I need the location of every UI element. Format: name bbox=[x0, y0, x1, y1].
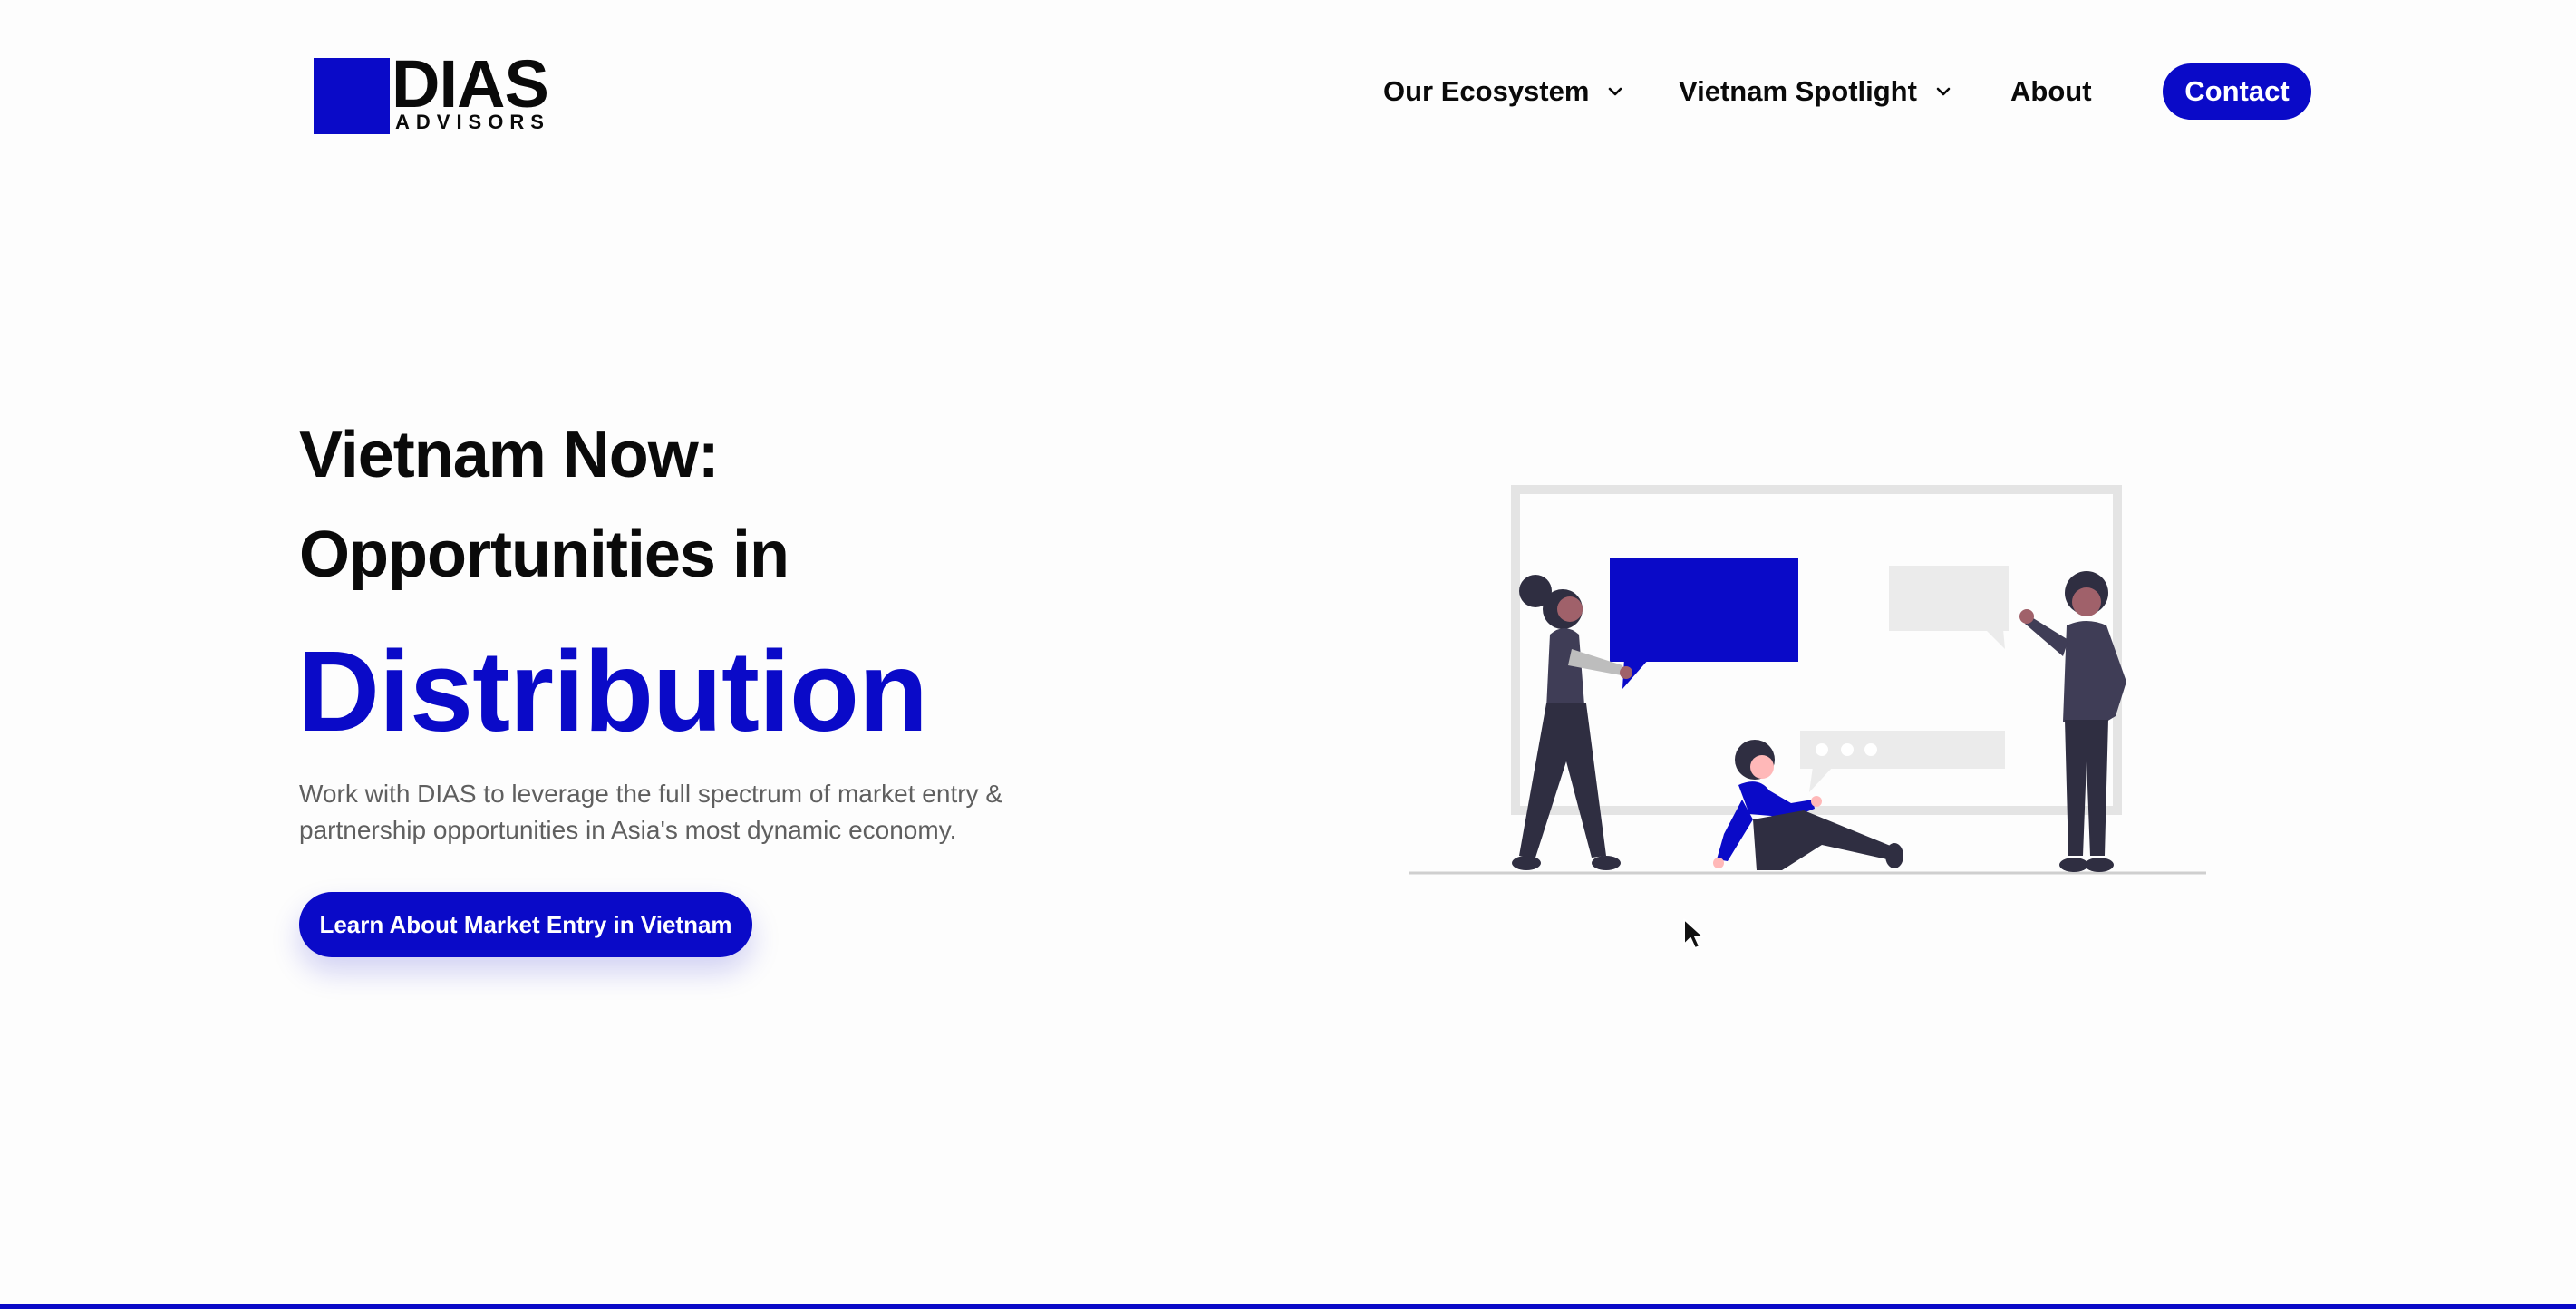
hero-highlight-word: Distribution bbox=[297, 627, 928, 755]
site-header: DIAS ADVISORS Our Ecosystem Vietnam Spot… bbox=[0, 0, 2576, 181]
bottom-accent-bar bbox=[0, 1304, 2576, 1309]
nav-about-label: About bbox=[2010, 75, 2092, 107]
hero-description: Work with DIAS to leverage the full spec… bbox=[299, 780, 1003, 844]
chevron-down-icon bbox=[1609, 87, 1622, 96]
logo-subtitle: ADVISORS bbox=[395, 111, 550, 133]
market-entry-cta-button[interactable]: Learn About Market Entry in Vietnam bbox=[299, 892, 752, 957]
nav-vietnam-spotlight-label: Vietnam Spotlight bbox=[1679, 75, 1917, 107]
nav-our-ecosystem-label: Our Ecosystem bbox=[1383, 75, 1590, 107]
team-presentation-illustration bbox=[1409, 485, 2206, 875]
nav-vietnam-spotlight[interactable]: Vietnam Spotlight bbox=[1679, 63, 1953, 120]
hero-title-line-2: Opportunities in bbox=[299, 519, 789, 591]
man-standing-figure bbox=[2019, 571, 2126, 872]
nav-about[interactable]: About bbox=[2010, 63, 2092, 120]
dias-logo[interactable]: DIAS ADVISORS bbox=[312, 51, 550, 138]
chevron-down-icon bbox=[1936, 87, 1951, 96]
typing-bubble bbox=[1800, 731, 2005, 792]
grey-speech-bubble bbox=[1889, 566, 2009, 649]
logo-wordmark: DIAS bbox=[392, 46, 549, 121]
hero-title-line-1: Vietnam Now: bbox=[299, 419, 720, 491]
mouse-cursor-icon bbox=[1683, 918, 1704, 949]
contact-button[interactable]: Contact bbox=[2163, 63, 2311, 120]
blue-speech-bubble bbox=[1610, 558, 1798, 689]
logo-square-mark bbox=[314, 58, 390, 134]
nav-our-ecosystem[interactable]: Our Ecosystem bbox=[1383, 63, 1625, 120]
